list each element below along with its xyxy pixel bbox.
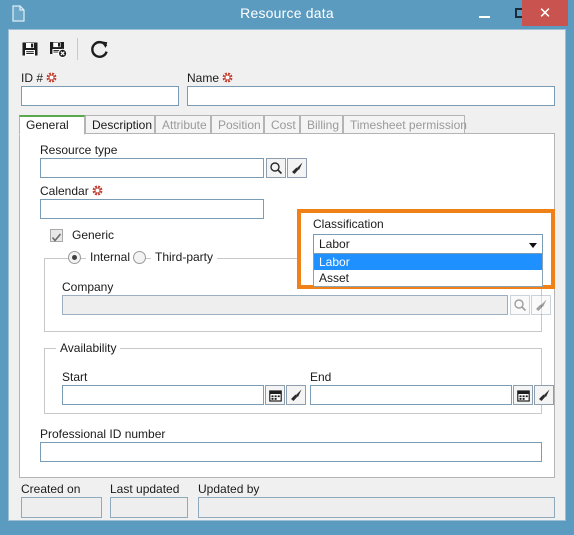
close-icon: ✕: [538, 3, 552, 22]
third-party-label: Third-party: [151, 250, 218, 264]
resource-data-window: Resource data ✕ ID # Name General Descri…: [0, 0, 574, 535]
radio-dot-icon: [72, 255, 77, 260]
company-search-button[interactable]: [510, 295, 530, 315]
start-clear-button[interactable]: [286, 385, 306, 405]
form-area: ID # Name General Description Attribute: [9, 68, 565, 520]
toolbar: [9, 30, 565, 68]
required-asterisk-icon: [222, 72, 233, 83]
classification-label: Classification: [313, 217, 384, 231]
toolbar-separator: [77, 38, 78, 60]
internal-label: Internal: [86, 250, 135, 264]
classification-option-labor[interactable]: Labor: [314, 254, 542, 270]
id-label: ID #: [21, 71, 57, 85]
name-label: Name: [187, 71, 233, 85]
tab-attribute[interactable]: Attribute: [155, 115, 211, 134]
last-updated-label: Last updated: [110, 482, 180, 496]
tab-strip: General Description Attribute Position C…: [19, 115, 555, 135]
professional-id-label: Professional ID number: [40, 427, 166, 441]
tab-position[interactable]: Position: [211, 115, 264, 134]
required-asterisk-icon: [92, 185, 103, 196]
classification-value: Labor: [319, 237, 350, 251]
title-bar: Resource data ✕: [0, 0, 574, 29]
resource-type-clear-button[interactable]: [287, 158, 307, 178]
close-button[interactable]: ✕: [522, 0, 568, 26]
calendar-icon: [516, 389, 530, 402]
company-clear-button[interactable]: [531, 295, 551, 315]
tab-timesheet-permission[interactable]: Timesheet permission: [343, 115, 467, 134]
created-on-label: Created on: [21, 482, 81, 496]
search-icon: [270, 162, 283, 175]
professional-id-input[interactable]: [40, 442, 542, 462]
brush-icon: [291, 389, 302, 401]
end-calendar-button[interactable]: [513, 385, 533, 405]
classification-option-asset[interactable]: Asset: [314, 270, 542, 286]
company-input[interactable]: [62, 295, 508, 315]
classification-combobox[interactable]: Labor: [313, 234, 543, 254]
start-calendar-button[interactable]: [265, 385, 285, 405]
updated-by-label: Updated by: [198, 482, 260, 496]
start-input[interactable]: [62, 385, 264, 405]
search-icon: [514, 299, 527, 312]
internal-radio[interactable]: [68, 251, 81, 264]
minimize-button[interactable]: [466, 0, 502, 26]
general-tab-panel: Resource type Calendar Generic Internal …: [19, 133, 555, 478]
save-close-icon: [50, 42, 68, 58]
tab-general[interactable]: General: [19, 115, 85, 135]
calendar-label: Calendar: [40, 184, 103, 198]
brush-icon: [539, 389, 550, 401]
last-updated-field: [110, 497, 188, 518]
brush-icon: [292, 162, 303, 174]
end-label: End: [310, 370, 332, 384]
tab-cost[interactable]: Cost: [264, 115, 300, 134]
save-icon: [22, 42, 38, 56]
generic-label: Generic: [72, 228, 115, 242]
tab-description[interactable]: Description: [85, 115, 155, 134]
availability-legend: Availability: [56, 341, 121, 355]
end-input[interactable]: [310, 385, 512, 405]
generic-checkbox[interactable]: [50, 229, 63, 242]
resource-type-search-button[interactable]: [266, 158, 286, 178]
brush-icon: [536, 299, 547, 311]
id-input[interactable]: [21, 86, 179, 106]
minimize-icon: [478, 15, 490, 18]
resource-type-label: Resource type: [40, 143, 118, 157]
classification-highlight: Classification Labor Labor Asset: [297, 209, 555, 289]
refresh-icon: [91, 41, 108, 58]
window-client-area: ID # Name General Description Attribute: [8, 29, 566, 521]
save-button[interactable]: [17, 36, 43, 62]
refresh-button[interactable]: [87, 36, 113, 62]
start-label: Start: [62, 370, 88, 384]
chevron-down-icon: [529, 243, 537, 248]
classification-dropdown-list[interactable]: Labor Asset: [313, 254, 543, 287]
save-and-close-button[interactable]: [45, 36, 71, 62]
end-clear-button[interactable]: [534, 385, 554, 405]
tab-billing[interactable]: Billing: [300, 115, 343, 134]
company-label: Company: [62, 280, 114, 294]
check-icon: [51, 233, 62, 242]
resource-type-input[interactable]: [40, 158, 264, 178]
required-asterisk-icon: [46, 72, 57, 83]
updated-by-field: [198, 497, 555, 518]
created-on-field: [21, 497, 102, 518]
name-input[interactable]: [187, 86, 555, 106]
third-party-radio[interactable]: [133, 251, 146, 264]
calendar-icon: [268, 389, 282, 402]
calendar-input[interactable]: [40, 199, 264, 219]
